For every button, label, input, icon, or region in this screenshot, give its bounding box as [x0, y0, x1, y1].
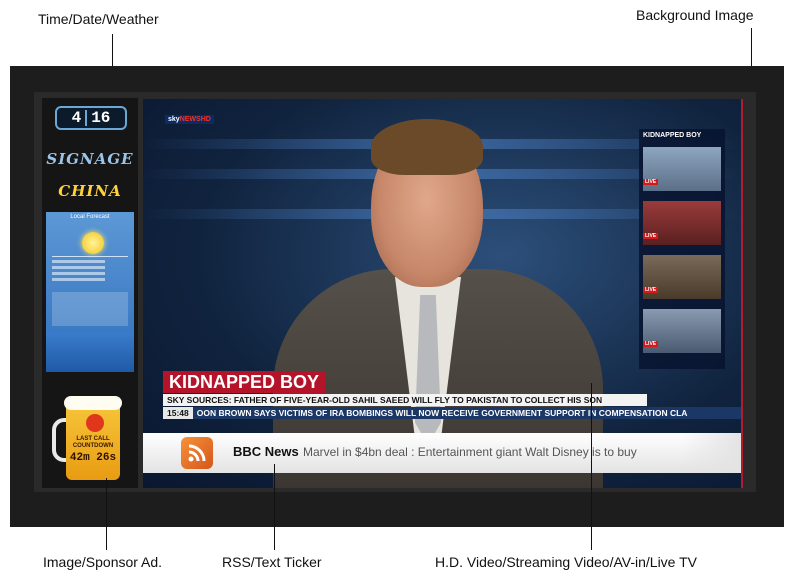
- news-ticker: 15:48 OON BROWN SAYS VICTIMS OF IRA BOMBI…: [163, 407, 741, 419]
- beer-foam: [64, 396, 122, 410]
- side-thumbnail[interactable]: LIVE: [643, 309, 721, 353]
- callout-time-date-weather: Time/Date/Weather: [38, 11, 159, 27]
- sponsor-ad[interactable]: LAST CALL COUNTDOWN 42m 26s: [52, 396, 130, 482]
- news-headline: KIDNAPPED BOY: [163, 371, 326, 393]
- callout-image-sponsor-ad: Image/Sponsor Ad.: [43, 554, 163, 570]
- clock-minutes: 16: [91, 109, 111, 127]
- sun-icon: [82, 232, 104, 254]
- sponsor-stamp-icon: [86, 414, 104, 432]
- leader-line-sponsor: [106, 478, 107, 550]
- news-side-panel: KIDNAPPED BOY LIVE LIVE LIVE LIVE: [639, 129, 725, 369]
- weather-table: [52, 292, 128, 326]
- side-panel-title: KIDNAPPED BOY: [643, 132, 702, 139]
- clock-hours: 4: [71, 109, 82, 127]
- weather-graph: [46, 332, 134, 372]
- side-thumbnail[interactable]: LIVE: [643, 201, 721, 245]
- clock-separator: [85, 110, 88, 126]
- logo-signage: SIGNAGE: [46, 150, 134, 168]
- weather-details: [52, 256, 128, 287]
- rss-text: Marvel in $4bn deal : Entertainment gian…: [303, 445, 637, 459]
- logo-china: CHINA: [58, 182, 122, 200]
- side-thumbnail[interactable]: LIVE: [643, 255, 721, 299]
- clock-widget: 4 16: [55, 106, 127, 130]
- side-thumbnail[interactable]: LIVE: [643, 147, 721, 191]
- rss-source: BBC News: [233, 444, 299, 459]
- news-subline: SKY SOURCES: FATHER OF FIVE-YEAR-OLD SAH…: [163, 394, 647, 406]
- rss-ticker[interactable]: BBC News Marvel in $4bn deal : Entertain…: [143, 433, 741, 473]
- channel-logo: skyNEWSHD: [165, 115, 214, 124]
- weather-widget: Local Forecast: [46, 212, 134, 372]
- sponsor-line2: COUNTDOWN: [72, 443, 114, 449]
- rss-fade: [681, 433, 741, 473]
- sponsor-countdown: 42m 26s: [69, 452, 117, 464]
- left-sidebar: 4 16 SIGNAGE CHINA Local Forecast LAST C…: [42, 98, 138, 488]
- callout-rss-text-ticker: RSS/Text Ticker: [222, 554, 322, 570]
- leader-line-video: [591, 383, 592, 550]
- leader-line-rss: [274, 464, 275, 550]
- callout-hd-video: H.D. Video/Streaming Video/AV-in/Live TV: [435, 554, 697, 570]
- hd-video-area[interactable]: skyNEWSHD KIDNAPPED BOY LIVE LIVE LIVE L…: [143, 99, 743, 488]
- ticker-time: 15:48: [163, 407, 193, 419]
- callout-background-image: Background Image: [636, 7, 754, 23]
- ticker-text: OON BROWN SAYS VICTIMS OF IRA BOMBINGS W…: [196, 408, 688, 418]
- presenter-hair: [371, 119, 483, 175]
- rss-icon: [181, 437, 213, 469]
- weather-title: Local Forecast: [70, 214, 110, 220]
- sponsor-line1: LAST CALL: [76, 436, 110, 442]
